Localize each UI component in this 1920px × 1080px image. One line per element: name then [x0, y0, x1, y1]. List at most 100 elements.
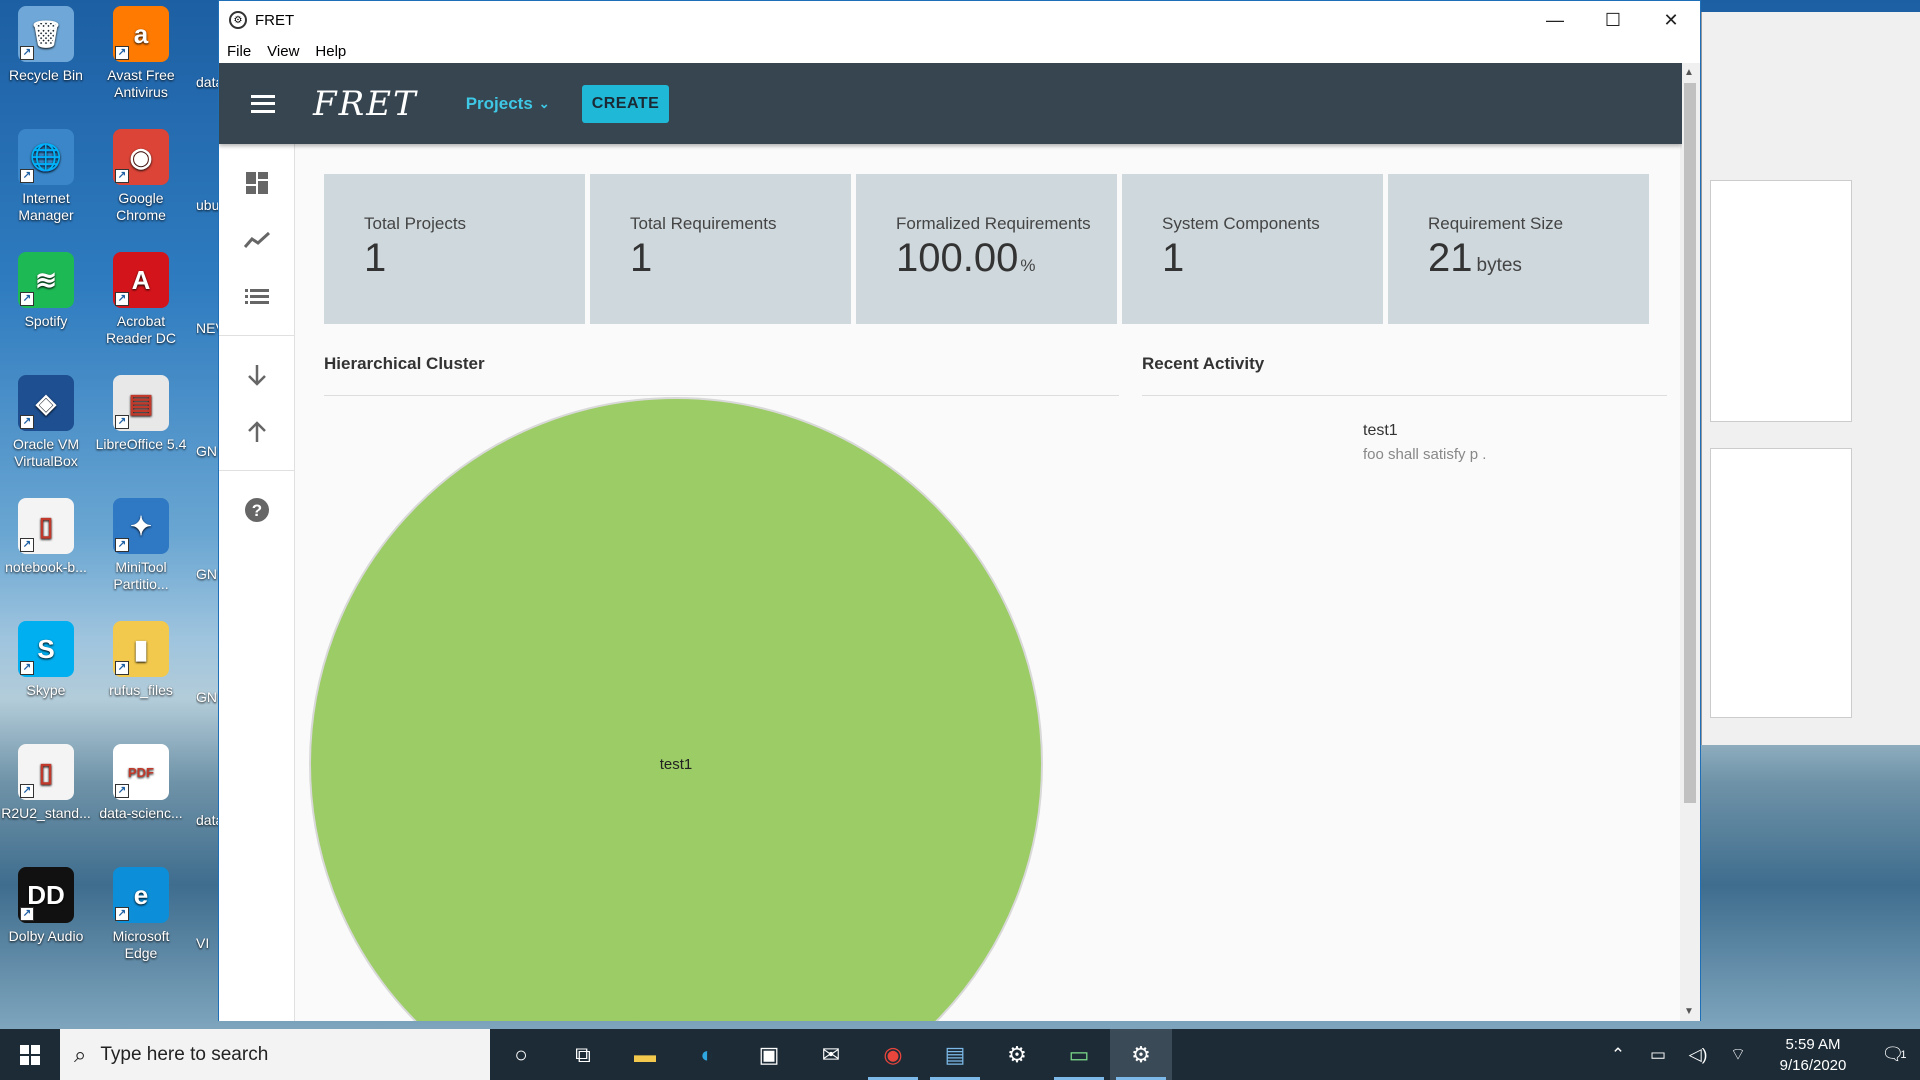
title-bar[interactable]: ⚙ FRET — ☐ ✕: [219, 1, 1700, 39]
desktop-icon-partial[interactable]: data: [196, 74, 218, 91]
desktop-icon[interactable]: ▮ ↗ rufus_files: [95, 621, 187, 699]
minimize-button[interactable]: —: [1526, 1, 1584, 39]
desktop-icon[interactable]: a ↗ Avast Free Antivirus: [95, 6, 187, 101]
notification-icon[interactable]: 🗨 1: [1868, 1044, 1920, 1065]
desktop-icon-label: LibreOffice 5.4: [95, 436, 187, 452]
writer-icon[interactable]: ▤: [924, 1029, 986, 1080]
hierarchical-cluster-chart: test1: [309, 397, 1043, 1021]
desktop-app-icon: A ↗: [113, 252, 169, 308]
desktop-icon[interactable]: ◉ ↗ Google Chrome: [95, 129, 187, 224]
desktop-icon-partial[interactable]: data: [196, 812, 218, 829]
desktop-icon[interactable]: S ↗ Skype: [0, 621, 92, 699]
desktop-app-icon: 🌐 ↗: [18, 129, 74, 185]
svg-text:?: ?: [251, 501, 261, 520]
desktop-icon[interactable]: 🌐 ↗ Internet Manager: [0, 129, 92, 224]
desktop-icon-partial[interactable]: GN: [196, 443, 218, 460]
battery-icon[interactable]: ▭: [1638, 1045, 1678, 1065]
desktop-icon[interactable]: ▯ ↗ notebook-b...: [0, 498, 92, 576]
wifi-icon[interactable]: ⌔: [1718, 1044, 1758, 1065]
taskbar-search-box[interactable]: ⌕ Type here to search: [60, 1029, 490, 1080]
clock[interactable]: 5:59 AM 9/16/2020: [1758, 1034, 1868, 1076]
menu-bar: File View Help: [219, 39, 1700, 63]
menu-icon[interactable]: [251, 94, 275, 113]
activity-item[interactable]: test1 foo shall satisfy p .: [1363, 422, 1486, 463]
desktop-icon[interactable]: ▯ ↗ R2U2_stand...: [0, 744, 92, 822]
desktop-icon[interactable]: DD ↗ Dolby Audio: [0, 867, 92, 945]
desktop-app-icon: 🗑 ↗: [18, 6, 74, 62]
desktop-icon-partial[interactable]: GN: [196, 566, 218, 583]
desktop-icon[interactable]: PDF ↗ data-scienc...: [95, 744, 187, 822]
scrollbar-thumb[interactable]: [1684, 83, 1696, 803]
cluster-title: Hierarchical Cluster: [324, 354, 485, 373]
taskbar: ⌕ Type here to search ○ ⧉ ▬ ◐ ▣ ✉ ◉ ▤ ⚙ …: [0, 1029, 1920, 1080]
shortcut-arrow-icon: ↗: [115, 661, 129, 675]
app-content: FRET Projects ⌄ CREATE ? Total Projects …: [219, 63, 1682, 1021]
store-icon[interactable]: ▣: [738, 1029, 800, 1080]
cluster-node-test1[interactable]: [309, 397, 1043, 1021]
help-icon[interactable]: ?: [219, 481, 294, 538]
chevron-up-icon[interactable]: ⌃: [1598, 1045, 1638, 1065]
terminal-icon[interactable]: ▭: [1048, 1029, 1110, 1080]
projects-dropdown[interactable]: Projects ⌄: [466, 94, 550, 114]
desktop-icon-label: rufus_files: [109, 682, 173, 698]
desktop-icon-partial[interactable]: GN: [196, 689, 218, 706]
stat-card-formalized-requirements: Formalized Requirements 100.00%: [856, 174, 1117, 324]
cortana-icon[interactable]: ○: [490, 1029, 552, 1080]
desktop-icon[interactable]: e ↗ Microsoft Edge: [95, 867, 187, 962]
desktop-icon[interactable]: A ↗ Acrobat Reader DC: [95, 252, 187, 347]
desktop-icon-partial[interactable]: VI: [196, 935, 218, 952]
scroll-up-icon[interactable]: ▲: [1684, 67, 1694, 78]
activity-item-title: test1: [1363, 422, 1398, 439]
stat-label: Formalized Requirements: [896, 214, 1091, 233]
mail-icon[interactable]: ✉: [800, 1029, 862, 1080]
vertical-scrollbar[interactable]: ▲ ▼: [1680, 63, 1700, 1021]
analysis-icon[interactable]: [219, 211, 294, 268]
fret-window: ⚙ FRET — ☐ ✕ File View Help FRET Project…: [218, 0, 1701, 1021]
sidebar: ?: [219, 144, 295, 1021]
shortcut-arrow-icon: ↗: [115, 907, 129, 921]
import-icon[interactable]: [219, 346, 294, 403]
shortcut-arrow-icon: ↗: [20, 538, 34, 552]
shortcut-arrow-icon: ↗: [115, 538, 129, 552]
desktop-icon[interactable]: ✦ ↗ MiniTool Partitio...: [95, 498, 187, 593]
fret-logo-icon: ⚙: [229, 11, 247, 29]
shortcut-arrow-icon: ↗: [20, 661, 34, 675]
desktop-icon-label: MiniTool Partitio...: [113, 559, 169, 592]
scroll-down-icon[interactable]: ▼: [1684, 1006, 1694, 1017]
close-button[interactable]: ✕: [1642, 1, 1700, 39]
windows-start-icon[interactable]: [0, 1029, 60, 1080]
task-view-icon[interactable]: ⧉: [552, 1029, 614, 1080]
desktop-icon-partial[interactable]: NEV: [196, 320, 218, 337]
desktop-icon[interactable]: ≋ ↗ Spotify: [0, 252, 92, 330]
desktop-app-icon: S ↗: [18, 621, 74, 677]
desktop-icon-partial[interactable]: ubu: [196, 197, 218, 214]
desktop-app-icon: ▮ ↗: [113, 621, 169, 677]
dashboard-icon[interactable]: [219, 154, 294, 211]
menu-file[interactable]: File: [227, 43, 251, 60]
desktop-icon[interactable]: ◈ ↗ Oracle VM VirtualBox: [0, 375, 92, 470]
maximize-button[interactable]: ☐: [1584, 1, 1642, 39]
shortcut-arrow-icon: ↗: [20, 292, 34, 306]
menu-help[interactable]: Help: [315, 43, 346, 60]
desktop-icon[interactable]: 🗑 ↗ Recycle Bin: [0, 6, 92, 84]
file-explorer-icon[interactable]: ▬: [614, 1029, 676, 1080]
shortcut-arrow-icon: ↗: [115, 169, 129, 183]
settings-icon[interactable]: ⚙: [986, 1029, 1048, 1080]
requirements-list-icon[interactable]: [219, 268, 294, 325]
desktop-icon-label: Avast Free Antivirus: [107, 67, 175, 100]
app-bar: FRET Projects ⌄ CREATE: [219, 63, 1682, 144]
volume-icon[interactable]: ◁): [1678, 1045, 1718, 1065]
fret-icon[interactable]: ⚙: [1110, 1029, 1172, 1080]
create-button[interactable]: CREATE: [581, 84, 670, 123]
shortcut-arrow-icon: ↗: [115, 292, 129, 306]
activity-item-text: foo shall satisfy p .: [1363, 446, 1487, 463]
chrome-icon[interactable]: ◉: [862, 1029, 924, 1080]
stat-unit: bytes: [1476, 255, 1522, 276]
desktop-icon-label: R2U2_stand...: [1, 805, 91, 821]
desktop-icon-label: Skype: [26, 682, 66, 698]
stat-card-total-requirements: Total Requirements 1: [590, 174, 851, 324]
export-icon[interactable]: [219, 403, 294, 460]
desktop-icon[interactable]: ▤ ↗ LibreOffice 5.4: [95, 375, 187, 453]
menu-view[interactable]: View: [267, 43, 299, 60]
edge-icon[interactable]: ◐: [676, 1029, 738, 1080]
